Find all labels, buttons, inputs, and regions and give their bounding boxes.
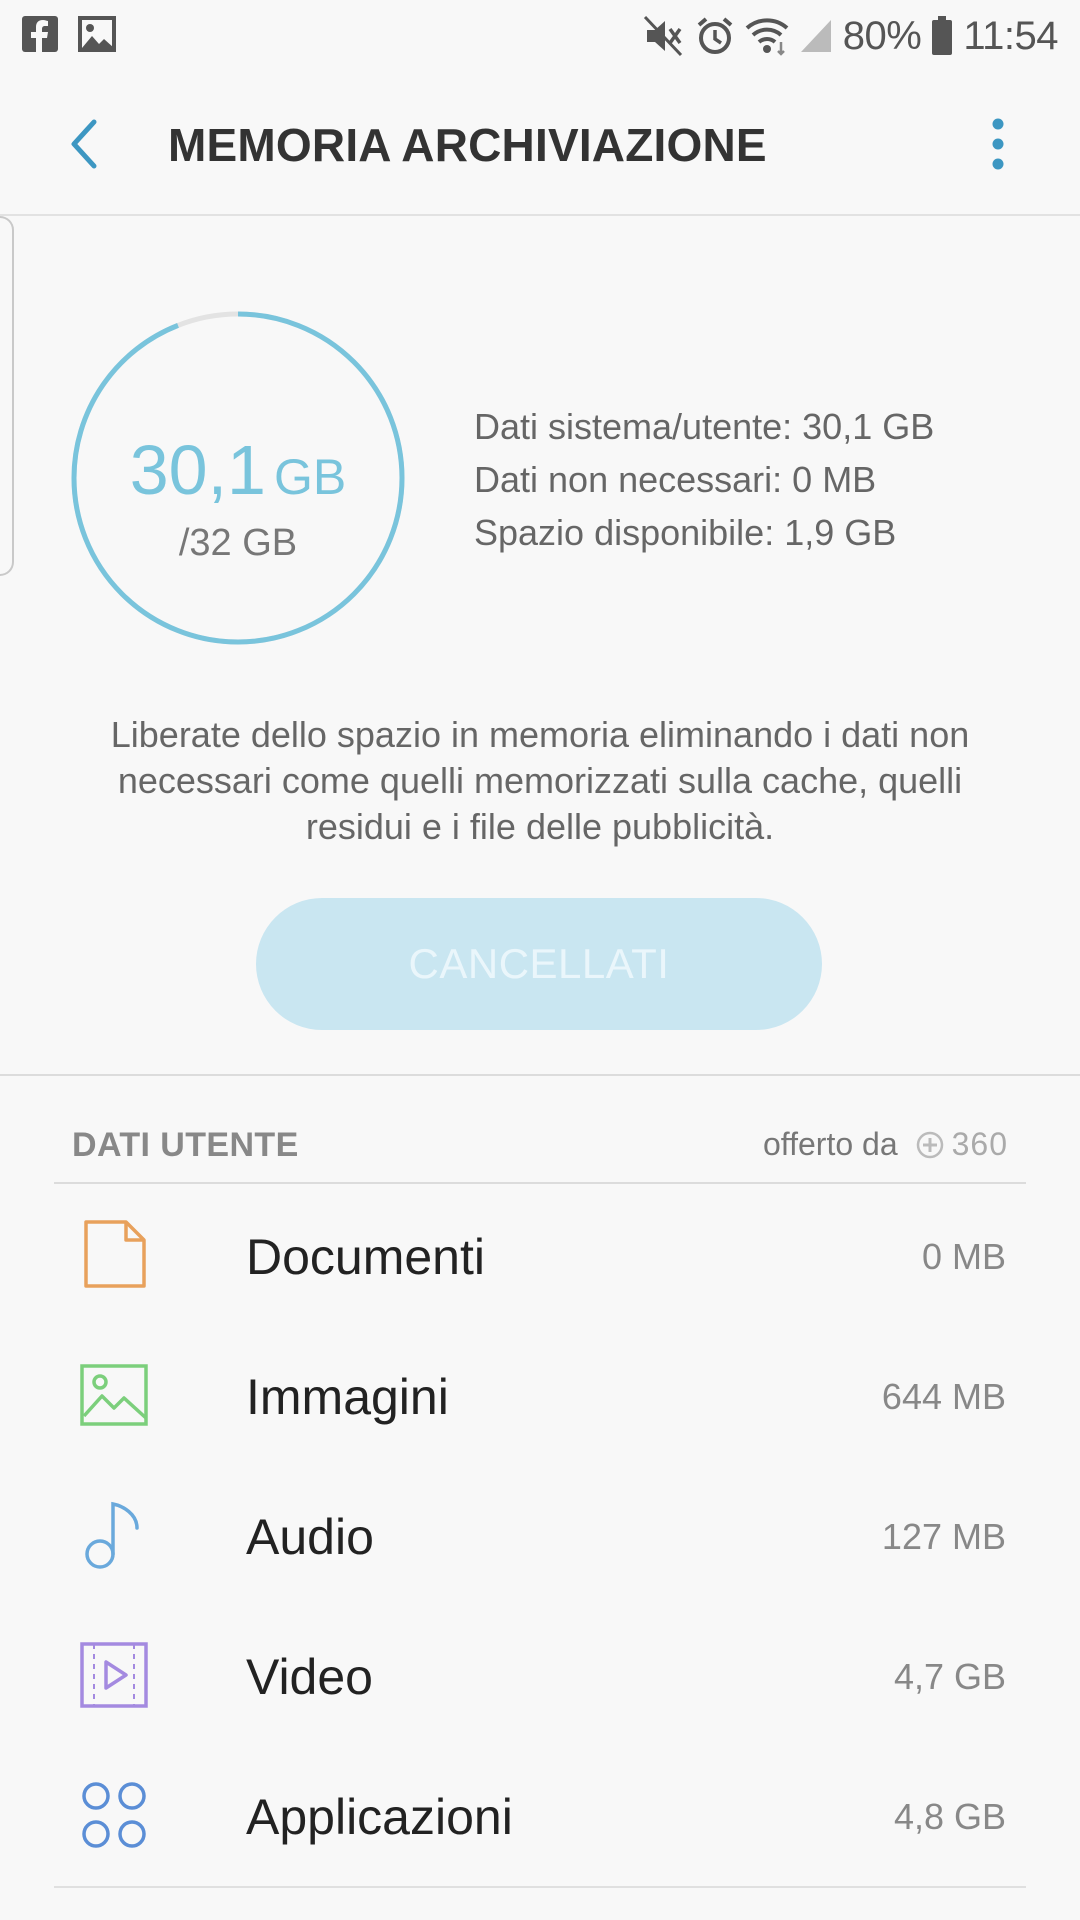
more-options-button[interactable] [966, 112, 1030, 176]
clock: 11:54 [963, 13, 1058, 58]
page-title: MEMORIA ARCHIVIAZIONE [168, 119, 767, 171]
back-arrow-icon [71, 119, 97, 169]
offered-by-label: offerto da [762, 1126, 898, 1162]
unnecessary-data: Dati non necessari: 0 MB [474, 459, 877, 500]
facebook-icon [22, 16, 58, 52]
storage-ring: 30,1 GB /32 GB [70, 310, 406, 646]
system-user-data: Dati sistema/utente: 30,1 GB [474, 406, 935, 447]
status-bar: 80% 11:54 [0, 0, 1080, 72]
used-unit: GB [274, 449, 347, 505]
used-storage: 30,1 GB [70, 430, 406, 510]
plus-circle-icon [916, 1131, 943, 1158]
offered-by: offerto da 360 [763, 1126, 1008, 1163]
section-divider [0, 1074, 1080, 1076]
list-divider [54, 1886, 1026, 1888]
item-label: Applicazioni [246, 1789, 513, 1845]
edge-panel-handle[interactable] [0, 216, 14, 576]
section-header: DATI UTENTE [72, 1126, 299, 1164]
signal-icon [799, 18, 833, 54]
list-item-audio[interactable]: Audio 127 MB [0, 1464, 1080, 1604]
item-size: 4,7 GB [893, 1656, 1006, 1697]
app-bar: MEMORIA ARCHIVIAZIONE [0, 72, 1080, 216]
battery-icon [931, 16, 953, 56]
list-item-video[interactable]: Video 4,7 GB [0, 1604, 1080, 1744]
music-note-icon [85, 1501, 139, 1569]
document-icon [84, 1220, 146, 1288]
mute-icon [643, 15, 685, 57]
available-space: Spazio disponibile: 1,9 GB [474, 512, 897, 553]
item-size: 4,8 GB [893, 1796, 1006, 1837]
item-label: Video [246, 1649, 373, 1705]
user-data-list: Documenti 0 MB Immagini 644 MB Audio 127… [0, 1184, 1080, 1884]
cleanup-hint: Liberate dello spazio in memoria elimina… [110, 714, 970, 847]
list-item-images[interactable]: Immagini 644 MB [0, 1324, 1080, 1464]
storage-details: Dati sistema/utente: 30,1 GB Dati non ne… [474, 400, 934, 559]
item-size: 644 MB [881, 1376, 1006, 1417]
item-label: Immagini [246, 1369, 449, 1425]
item-size: 127 MB [881, 1516, 1006, 1557]
total-storage: /32 GB [178, 522, 298, 564]
back-button[interactable] [52, 112, 116, 176]
wifi-icon [745, 16, 789, 56]
battery-percent: 80% [842, 13, 922, 58]
clean-button[interactable]: CANCELLATI [256, 898, 822, 1030]
list-item-apps[interactable]: Applicazioni 4,8 GB [0, 1744, 1080, 1884]
item-size: 0 MB [921, 1236, 1006, 1277]
alarm-icon [695, 16, 735, 56]
used-value: 30,1 [129, 431, 266, 509]
brand-name: 360 [951, 1126, 1008, 1162]
storage-screen: 80% 11:54 MEMORIA ARCHIVIAZIONE 30,1 GB /… [0, 0, 1080, 1920]
brand-logo: 360 [916, 1126, 1008, 1163]
item-label: Documenti [246, 1229, 485, 1285]
more-vert-icon [992, 118, 1004, 170]
apps-icon [82, 1782, 146, 1848]
image-icon [80, 1364, 148, 1426]
gallery-icon [78, 16, 116, 52]
item-label: Audio [246, 1509, 374, 1565]
video-icon [80, 1642, 148, 1708]
list-item-documents[interactable]: Documenti 0 MB [0, 1184, 1080, 1324]
